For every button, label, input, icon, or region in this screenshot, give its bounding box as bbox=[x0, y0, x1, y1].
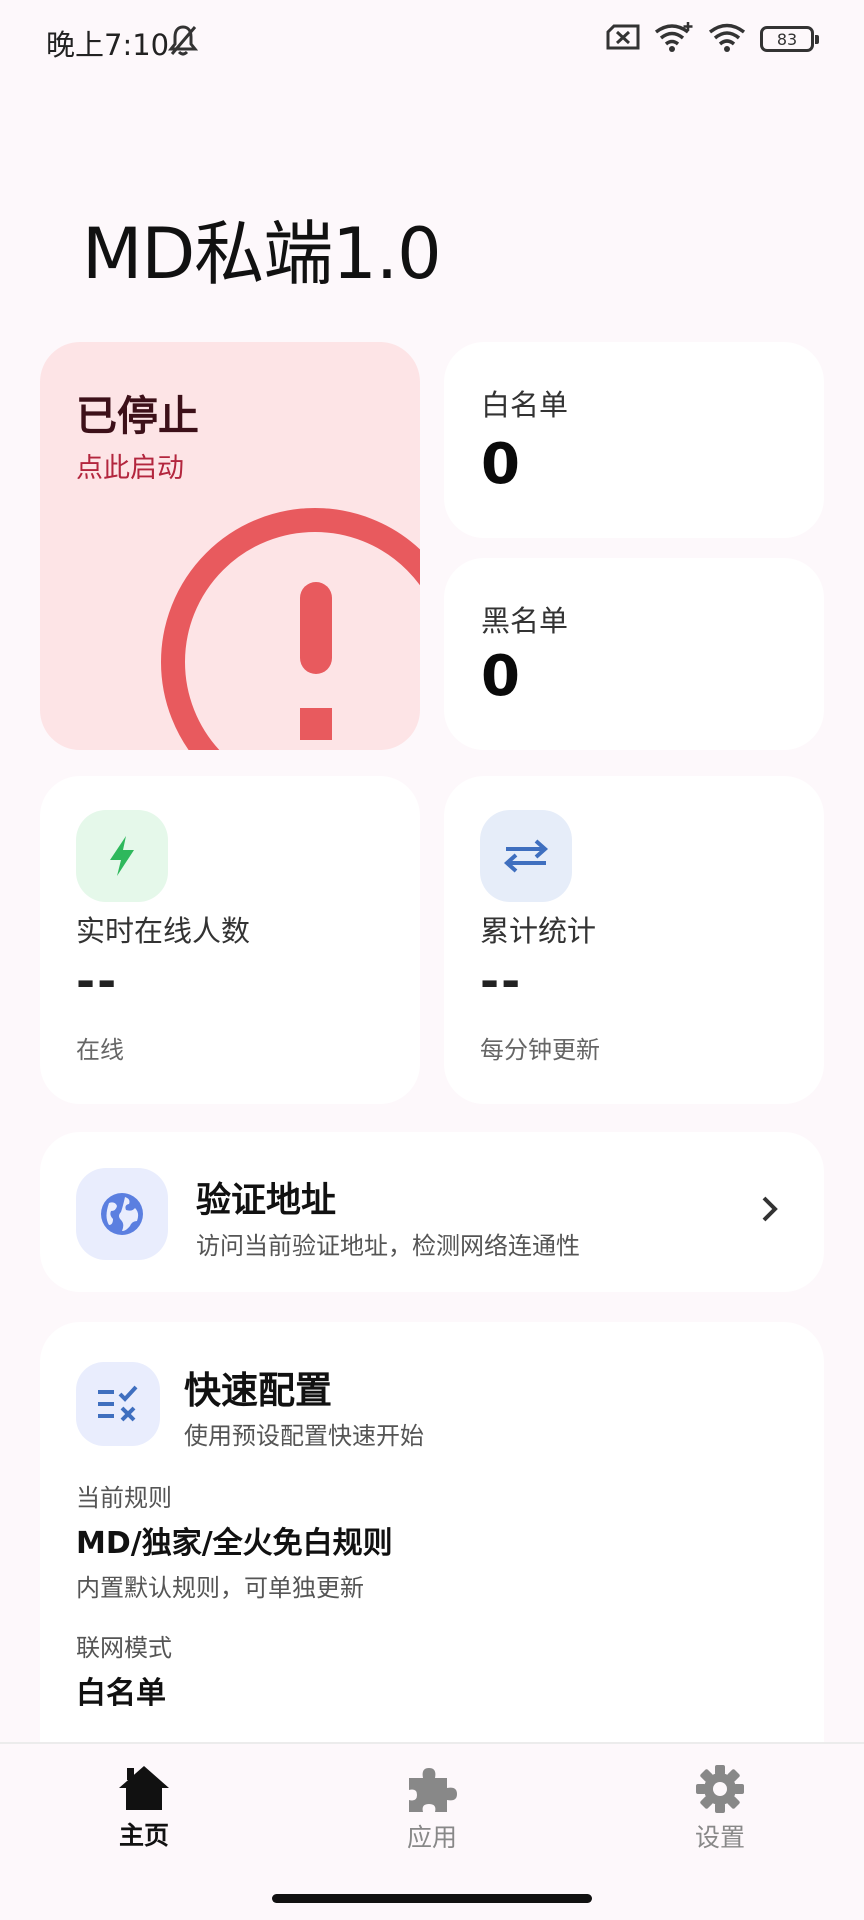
wifi-plus-icon bbox=[654, 22, 694, 56]
whitelist-label: 白名单 bbox=[481, 388, 569, 422]
home-indicator[interactable] bbox=[272, 1894, 592, 1903]
globe-icon bbox=[76, 1168, 168, 1260]
app-title: MD私端1.0 bbox=[82, 213, 442, 295]
quick-config-description: 使用预设配置快速开始 bbox=[184, 1422, 424, 1450]
bolt-icon bbox=[76, 810, 168, 902]
service-status-card[interactable]: 已停止 点此启动 bbox=[40, 342, 420, 750]
blacklist-label: 黑名单 bbox=[481, 604, 569, 638]
blacklist-card[interactable]: 黑名单 0 bbox=[444, 558, 824, 750]
battery-indicator: 83 bbox=[760, 26, 819, 52]
nav-apps[interactable]: 应用 bbox=[372, 1764, 492, 1854]
wifi-icon bbox=[708, 22, 746, 56]
verify-description: 访问当前验证地址，检测网络连通性 bbox=[196, 1232, 580, 1260]
total-stats-card: 累计统计 -- 每分钟更新 bbox=[444, 776, 824, 1104]
puzzle-icon bbox=[409, 1768, 457, 1812]
current-rule-note: 内置默认规则，可单独更新 bbox=[76, 1574, 364, 1602]
chevron-right-icon bbox=[760, 1194, 780, 1228]
whitelist-card[interactable]: 白名单 0 bbox=[444, 342, 824, 538]
online-value: -- bbox=[76, 954, 119, 1008]
home-icon bbox=[119, 1766, 169, 1810]
nav-settings[interactable]: 设置 bbox=[660, 1764, 780, 1854]
nav-home-label: 主页 bbox=[118, 1821, 169, 1850]
verify-title: 验证地址 bbox=[196, 1181, 337, 1221]
status-time: 晚上7:10 bbox=[46, 28, 170, 62]
verify-address-card[interactable]: 验证地址 访问当前验证地址，检测网络连通性 bbox=[40, 1132, 824, 1292]
no-sim-icon bbox=[606, 24, 640, 54]
nav-home[interactable]: 主页 bbox=[84, 1764, 204, 1852]
gear-icon bbox=[696, 1765, 744, 1813]
online-sub: 在线 bbox=[76, 1036, 124, 1064]
current-rule-label: 当前规则 bbox=[76, 1484, 172, 1512]
total-label: 累计统计 bbox=[480, 914, 597, 948]
online-label: 实时在线人数 bbox=[76, 914, 251, 948]
status-title: 已停止 bbox=[76, 392, 199, 440]
start-hint: 点此启动 bbox=[76, 453, 184, 484]
total-sub: 每分钟更新 bbox=[480, 1036, 600, 1064]
online-users-card: 实时在线人数 -- 在线 bbox=[40, 776, 420, 1104]
blacklist-count: 0 bbox=[481, 644, 520, 709]
network-mode-label: 联网模式 bbox=[76, 1634, 172, 1662]
status-icons: 83 bbox=[606, 22, 819, 56]
network-mode-value[interactable]: 白名单 bbox=[76, 1668, 166, 1712]
quick-config-card[interactable]: 快速配置 使用预设配置快速开始 当前规则 MD/独家/全火免白规则 内置默认规则… bbox=[40, 1322, 824, 1742]
nav-settings-label: 设置 bbox=[694, 1823, 745, 1852]
quick-config-title: 快速配置 bbox=[184, 1369, 332, 1412]
swap-arrows-icon bbox=[480, 810, 572, 902]
nav-apps-label: 应用 bbox=[406, 1823, 457, 1852]
bell-off-icon bbox=[167, 24, 199, 60]
config-rules-icon bbox=[76, 1362, 160, 1446]
current-rule-value[interactable]: MD/独家/全火免白规则 bbox=[76, 1518, 393, 1562]
total-value: -- bbox=[480, 954, 523, 1008]
whitelist-count: 0 bbox=[481, 432, 520, 497]
